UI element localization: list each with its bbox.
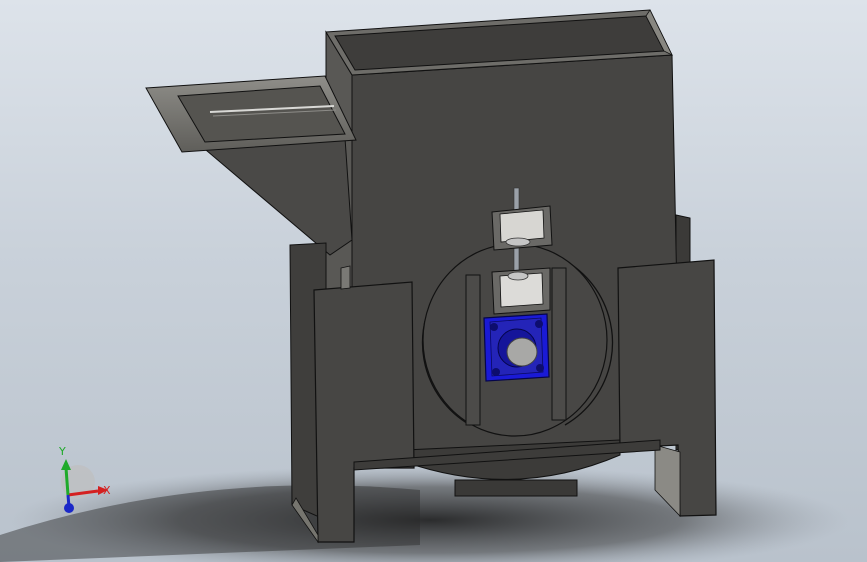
upper-nut — [505, 237, 531, 247]
crusher-model-scene[interactable]: X Y — [0, 0, 867, 562]
upper-bracket-slot — [499, 209, 545, 243]
lower-nut — [507, 271, 529, 281]
triad-z-end-icon — [64, 503, 74, 513]
discharge-plate — [454, 479, 578, 497]
cad-graphics-viewport[interactable]: X Y — [0, 0, 867, 562]
triad-y-label: Y — [58, 445, 66, 458]
triad-y-arrow-icon — [61, 459, 71, 470]
triad-y-axis — [64, 467, 70, 496]
triad-x-label: X — [103, 484, 111, 497]
guide-rail-right — [551, 267, 567, 421]
feed-chute-body — [198, 137, 353, 256]
shaft-end — [506, 337, 538, 367]
left-side-slot — [340, 265, 351, 290]
guide-rail-left — [465, 274, 481, 426]
